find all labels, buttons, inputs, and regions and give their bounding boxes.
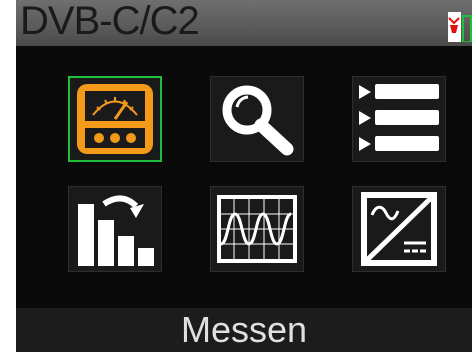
status-indicators xyxy=(448,12,472,42)
bar-chart-icon xyxy=(78,195,154,266)
selected-function-label: Messen xyxy=(180,309,308,350)
screen: DVB-C/C2 Messen xyxy=(0,0,472,352)
footer-bar: Messen xyxy=(16,308,472,352)
signal-converter-icon xyxy=(361,192,437,266)
magnifier-icon xyxy=(222,85,294,156)
list-icon xyxy=(359,84,439,151)
meter-gauge-icon xyxy=(77,84,153,154)
menu-tile-measure[interactable] xyxy=(68,76,162,162)
menu-tile-scope[interactable] xyxy=(210,186,304,272)
page-title: DVB-C/C2 xyxy=(20,0,200,43)
menu-tile-level[interactable] xyxy=(68,186,162,272)
antenna-icon xyxy=(448,12,461,42)
menu-tile-search[interactable] xyxy=(210,76,304,162)
menu-tile-converter[interactable] xyxy=(352,186,446,272)
header-bar: DVB-C/C2 xyxy=(16,0,472,46)
menu-panel xyxy=(16,46,472,308)
waveform-icon xyxy=(217,195,297,263)
menu-tile-list[interactable] xyxy=(352,76,446,162)
battery-icon xyxy=(462,15,472,42)
